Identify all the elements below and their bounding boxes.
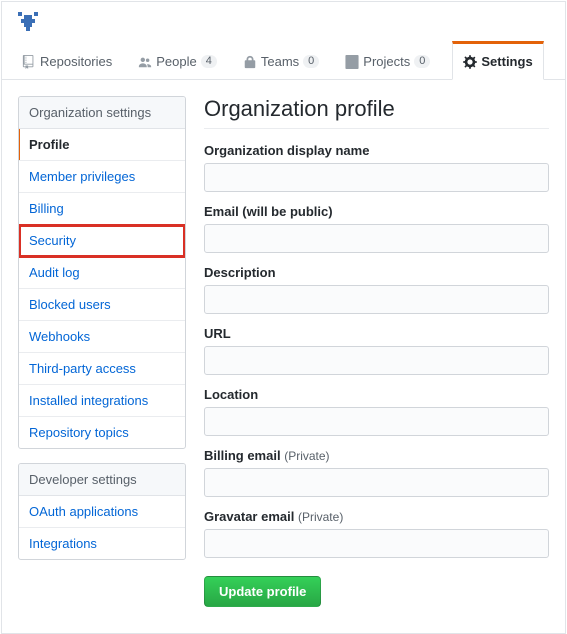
input-display-name[interactable]: [204, 163, 549, 192]
tab-count: 0: [303, 55, 319, 68]
sidebar-item-audit-log[interactable]: Audit log: [19, 257, 185, 289]
sidebar-item-installed-integrations[interactable]: Installed integrations: [19, 385, 185, 417]
label-gravatar-email: Gravatar email (Private): [204, 509, 549, 524]
sidebar-item-webhooks[interactable]: Webhooks: [19, 321, 185, 353]
tab-repositories[interactable]: Repositories: [18, 41, 116, 80]
org-avatar[interactable]: [18, 12, 38, 32]
tab-label: Teams: [261, 54, 299, 69]
label-description: Description: [204, 265, 549, 280]
input-description[interactable]: [204, 285, 549, 314]
tab-count: 0: [414, 55, 430, 68]
repo-icon: [22, 55, 36, 69]
tab-label: Repositories: [40, 54, 112, 69]
gear-icon: [463, 55, 477, 69]
sidebar-item-member-privileges[interactable]: Member privileges: [19, 161, 185, 193]
tab-label: Projects: [363, 54, 410, 69]
sidebar-item-oauth[interactable]: OAuth applications: [19, 496, 185, 528]
sidebar-item-blocked-users[interactable]: Blocked users: [19, 289, 185, 321]
sidebar-item-third-party[interactable]: Third-party access: [19, 353, 185, 385]
org-tabs: Repositories People 4 Teams 0 Projects 0…: [2, 41, 565, 80]
tab-teams[interactable]: Teams 0: [239, 41, 323, 80]
sidebar-item-integrations[interactable]: Integrations: [19, 528, 185, 559]
sidebar-item-billing[interactable]: Billing: [19, 193, 185, 225]
tab-settings[interactable]: Settings: [452, 41, 543, 80]
tab-projects[interactable]: Projects 0: [341, 41, 434, 80]
tab-count: 4: [201, 55, 217, 68]
tab-people[interactable]: People 4: [134, 41, 221, 80]
input-url[interactable]: [204, 346, 549, 375]
teams-icon: [243, 55, 257, 69]
tab-label: Settings: [481, 54, 532, 69]
label-display-name: Organization display name: [204, 143, 549, 158]
org-settings-menu: Organization settings Profile Member pri…: [18, 96, 186, 449]
menu-header: Developer settings: [19, 464, 185, 496]
label-location: Location: [204, 387, 549, 402]
input-location[interactable]: [204, 407, 549, 436]
update-profile-button[interactable]: Update profile: [204, 576, 321, 607]
input-email[interactable]: [204, 224, 549, 253]
people-icon: [138, 55, 152, 69]
label-url: URL: [204, 326, 549, 341]
projects-icon: [345, 55, 359, 69]
tab-label: People: [156, 54, 196, 69]
input-gravatar-email[interactable]: [204, 529, 549, 558]
label-billing-email: Billing email (Private): [204, 448, 549, 463]
label-email: Email (will be public): [204, 204, 549, 219]
menu-header: Organization settings: [19, 97, 185, 129]
dev-settings-menu: Developer settings OAuth applications In…: [18, 463, 186, 560]
sidebar-item-repository-topics[interactable]: Repository topics: [19, 417, 185, 448]
sidebar: Organization settings Profile Member pri…: [18, 96, 186, 607]
sidebar-item-profile[interactable]: Profile: [19, 129, 185, 161]
input-billing-email[interactable]: [204, 468, 549, 497]
sidebar-item-security[interactable]: Security: [19, 225, 185, 257]
page-title: Organization profile: [204, 96, 549, 129]
main-content: Organization profile Organization displa…: [204, 96, 549, 607]
